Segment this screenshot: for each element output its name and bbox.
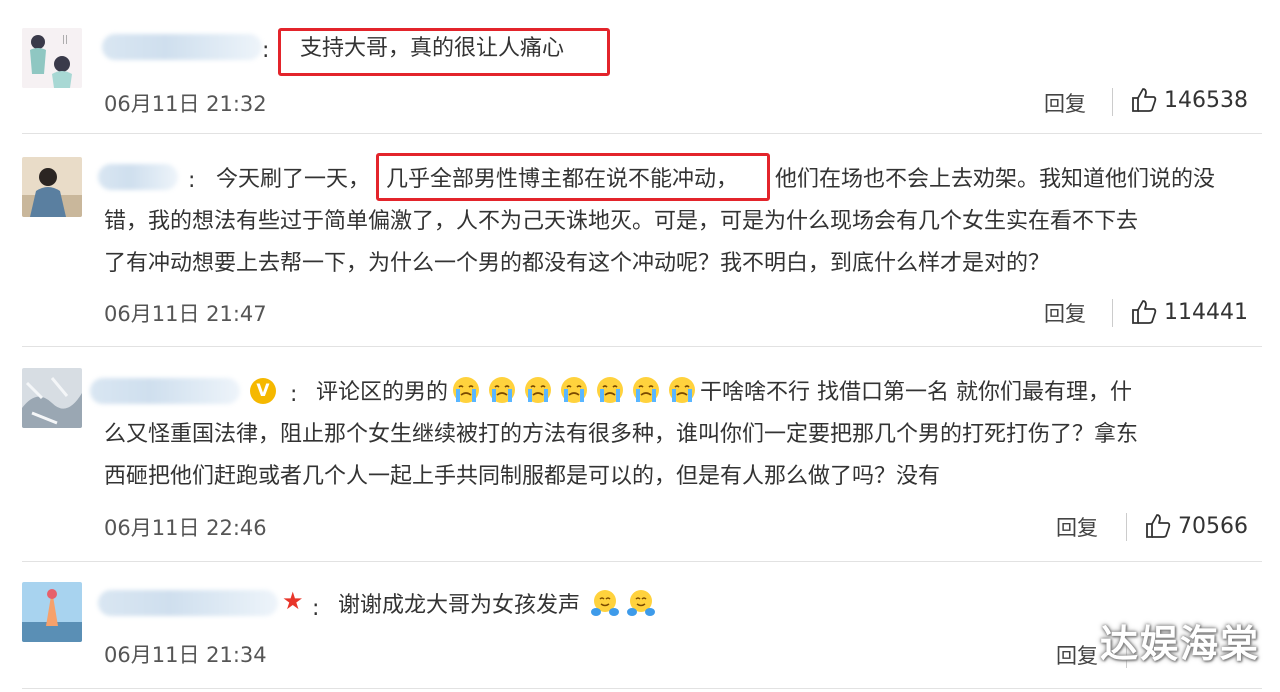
emoji-crying-icon — [628, 377, 664, 405]
thumbs-up-icon — [1146, 514, 1171, 538]
emoji-crying-icon — [592, 377, 628, 405]
like-button[interactable]: 114441 — [1130, 298, 1248, 326]
separator — [22, 561, 1262, 562]
comment-text-segment: 评论区的男的 — [316, 380, 449, 405]
colon: : — [290, 382, 298, 407]
username-blurred[interactable] — [90, 378, 240, 404]
star-badge-icon: ★ — [282, 587, 304, 615]
comment-text: 谢谢成龙大哥为女孩发声 — [338, 586, 659, 626]
like-button[interactable]: 146538 — [1130, 86, 1248, 114]
reply-button[interactable]: 回复 — [1044, 298, 1086, 328]
emoji-crying-icon — [484, 377, 520, 405]
separator — [22, 346, 1262, 347]
comment-text: 评论区的男的 干啥啥不行 找借口第一名 就你们最有理，什 — [316, 373, 1132, 413]
comment-text: 西砸把他们赶跑或者几个人一起上手共同制服都是可以的，但是有人那么做了吗？没有 — [104, 464, 941, 489]
separator — [22, 688, 1262, 689]
like-button[interactable]: 70566 — [1144, 512, 1248, 540]
emoji-crying-icon — [664, 377, 700, 405]
thumbs-up-icon — [1132, 88, 1157, 112]
divider — [1126, 513, 1127, 541]
separator — [22, 133, 1262, 134]
comment-time: 06月11日 22:46 — [104, 516, 267, 540]
avatar[interactable] — [22, 582, 82, 642]
avatar[interactable] — [22, 157, 82, 217]
username-blurred[interactable] — [98, 164, 178, 190]
avatar[interactable] — [22, 368, 82, 428]
avatar[interactable]: || — [22, 28, 82, 88]
comment-text-highlighted: 几乎全部男性博主都在说不能冲动， — [386, 167, 739, 192]
like-count: 70566 — [1178, 513, 1248, 539]
thumbs-up-icon — [1132, 300, 1157, 324]
comment-text: 错，我的想法有些过于简单偏激了，人不为己天诛地灭。可是，可是为什么现场会有几个女… — [104, 209, 1139, 234]
colon: : — [262, 38, 270, 63]
emoji-hug-icon — [587, 590, 623, 618]
colon: : — [312, 596, 320, 621]
emoji-crying-icon — [556, 377, 592, 405]
comment-text-segment: 干啥啥不行 找借口第一名 就你们最有理，什 — [700, 380, 1133, 405]
comment-text: 今天刷了一天， — [216, 167, 371, 192]
comment-time: 06月11日 21:47 — [104, 302, 267, 326]
like-count: 146538 — [1164, 87, 1248, 113]
reply-button[interactable]: 回复 — [1044, 88, 1086, 118]
comment-text: 支持大哥，真的很让人痛心 — [300, 36, 565, 61]
comment-text: 他们在场也不会上去劝架。我知道他们说的没 — [775, 167, 1216, 192]
emoji-crying-icon — [448, 377, 484, 405]
comment-text: 了有冲动想要上去帮一下，为什么一个男的都没有这个冲动呢？我不明白，到底什么样才是… — [104, 251, 1051, 276]
comment-text: 么又怪重国法律，阻止那个女生继续被打的方法有很多种，谁叫你们一定要把那几个男的打… — [104, 422, 1139, 447]
comment-text-segment: 谢谢成龙大哥为女孩发声 — [338, 593, 581, 618]
comment-time: 06月11日 21:32 — [104, 92, 267, 116]
verified-badge-icon: V — [250, 378, 276, 404]
divider — [1112, 88, 1113, 116]
emoji-hug-icon — [623, 590, 659, 618]
divider — [1112, 299, 1113, 327]
reply-button[interactable]: 回复 — [1056, 512, 1098, 542]
comment-time: 06月11日 21:34 — [104, 643, 267, 667]
colon: : — [188, 168, 196, 193]
watermark: 达娱海棠 — [1099, 622, 1260, 666]
svg-text:||: || — [62, 35, 68, 45]
reply-button[interactable]: 回复 — [1056, 640, 1098, 670]
like-count: 114441 — [1164, 299, 1248, 325]
username-blurred[interactable] — [98, 590, 278, 616]
emoji-crying-icon — [520, 377, 556, 405]
username-blurred[interactable] — [102, 34, 262, 60]
